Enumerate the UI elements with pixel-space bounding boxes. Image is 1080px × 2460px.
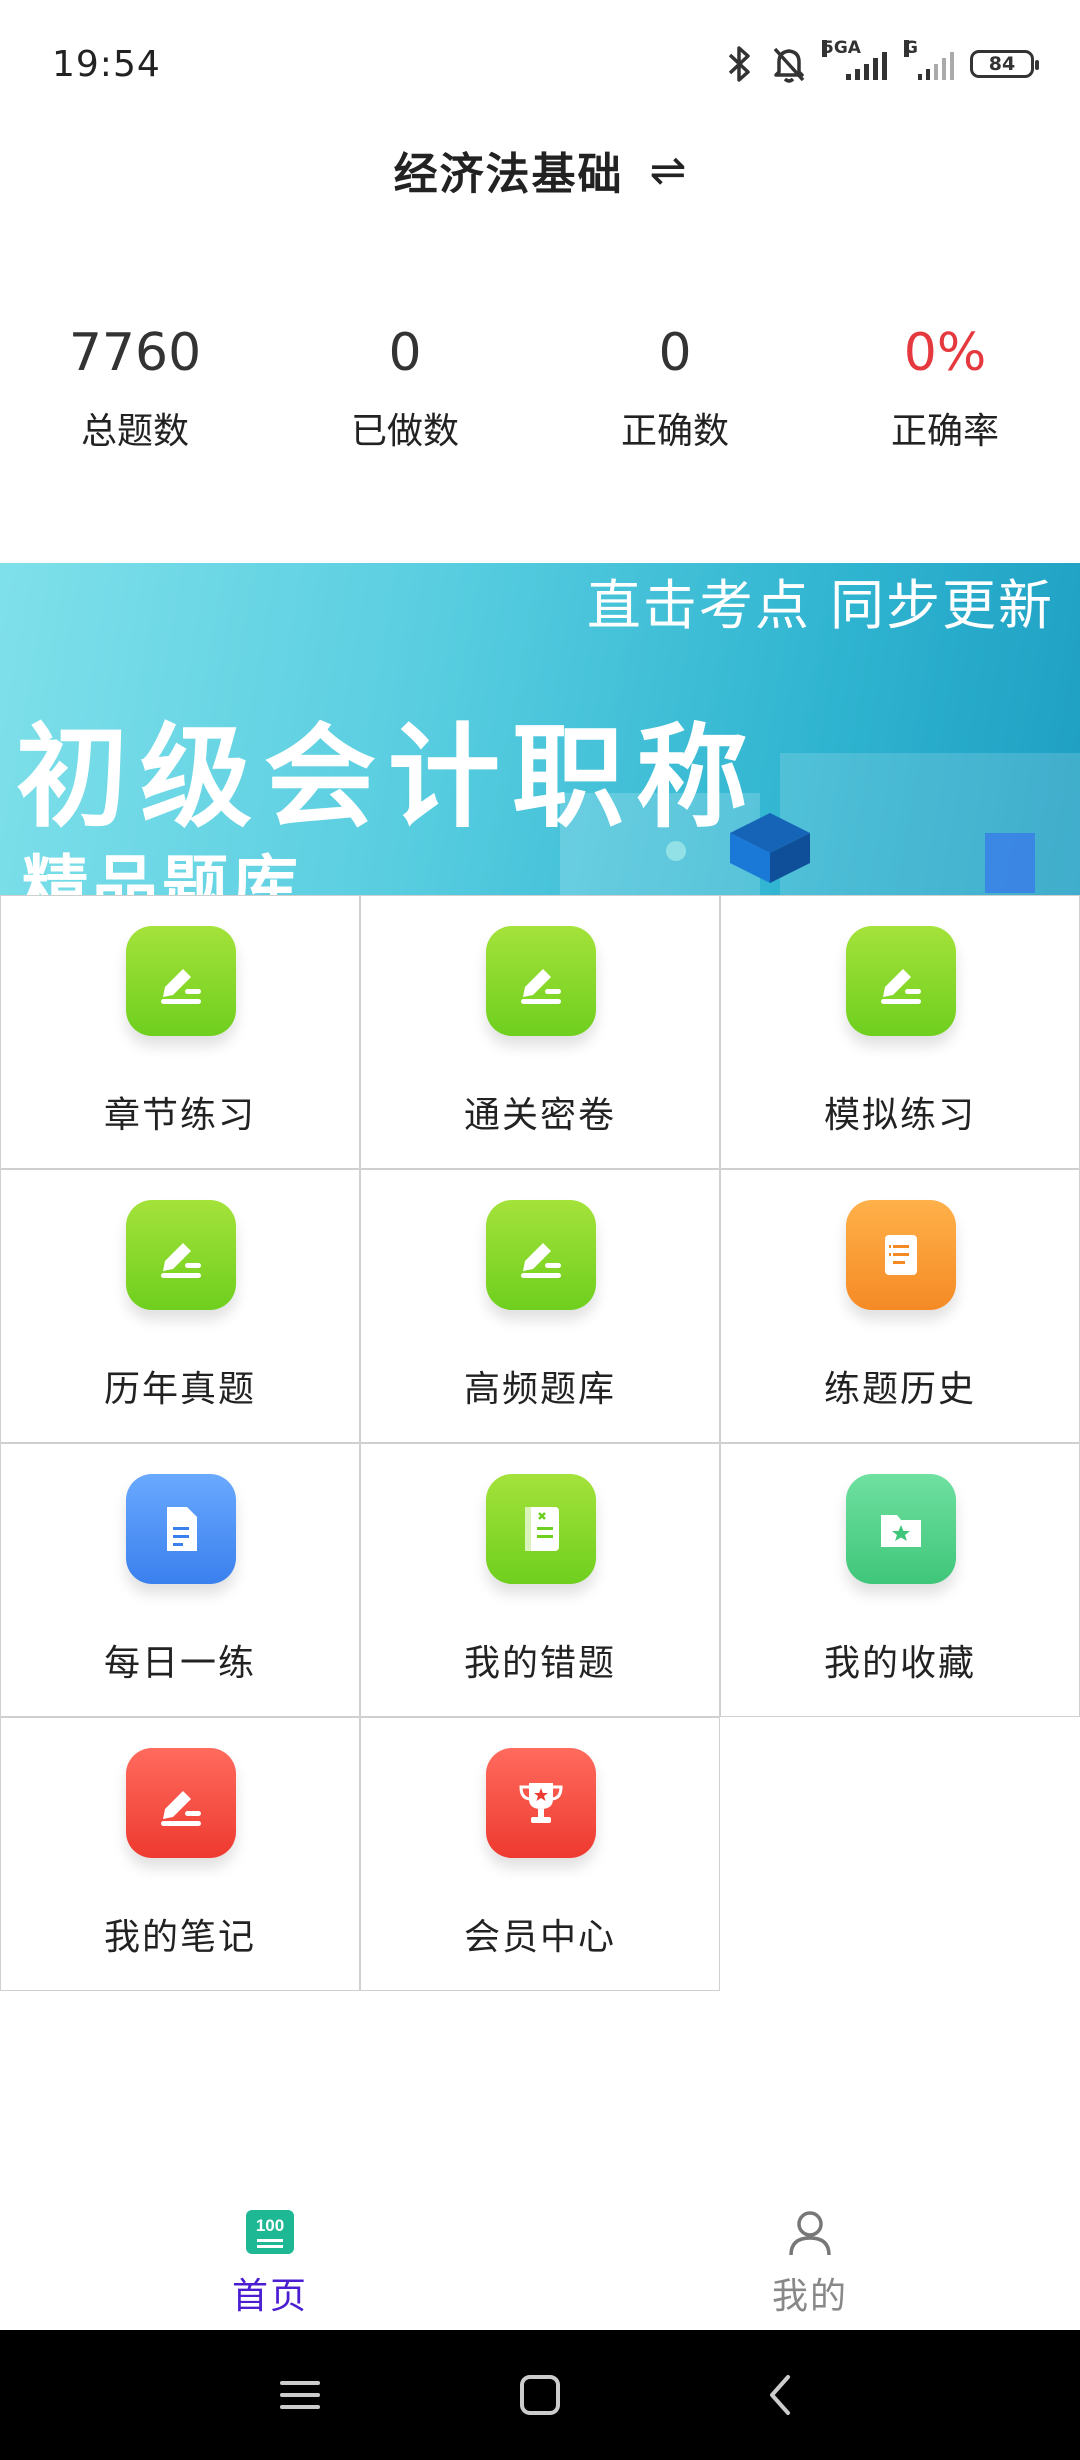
bottom-tab-bar: 100 首页 我的: [0, 2195, 1080, 2330]
system-nav-bar: [0, 2330, 1080, 2460]
stat-label: 已做数: [350, 411, 459, 452]
stat-value: 0: [658, 323, 692, 383]
scroll-icon: [846, 1200, 956, 1310]
star-folder-icon: [846, 1474, 956, 1584]
edit-icon: [486, 1200, 596, 1310]
menu-past-exams[interactable]: 历年真题: [0, 1169, 360, 1443]
header: 经济法基础 ⇌: [0, 130, 1080, 210]
home-square-icon[interactable]: [510, 2370, 570, 2420]
menu-label: 会员中心: [463, 1917, 616, 1958]
bell-muted-icon: [773, 47, 805, 83]
banner-slogan: 直击考点 同步更新: [586, 574, 1054, 637]
stat-value: 0: [388, 323, 422, 383]
edit-icon: [126, 1200, 236, 1310]
page-title[interactable]: 经济法基础: [394, 138, 624, 202]
menu-pass-exam[interactable]: 通关密卷: [360, 895, 720, 1169]
menu-label: 章节练习: [103, 1095, 256, 1136]
stat-correct: 0 正确数: [540, 318, 810, 488]
stat-done: 0 已做数: [270, 318, 540, 488]
trophy-icon: [486, 1748, 596, 1858]
signal-g-icon: G: [904, 40, 954, 80]
menu-practice-history[interactable]: 练题历史: [720, 1169, 1080, 1443]
stat-label: 正确率: [890, 411, 999, 452]
stat-label: 正确数: [620, 411, 729, 452]
stat-value: 0%: [903, 323, 987, 383]
edit-icon: [126, 1748, 236, 1858]
score-100-icon: 100: [245, 2207, 295, 2257]
tab-home-badge: 100: [256, 2216, 284, 2235]
status-time: 19:54: [52, 44, 161, 85]
menu-label: 通关密卷: [463, 1095, 616, 1136]
promo-banner[interactable]: 直击考点 同步更新 初级会计职称 精品题库: [0, 563, 1080, 895]
banner-subtitle: 精品题库: [22, 848, 302, 895]
battery-level: 84: [988, 53, 1016, 75]
tab-label: 我的: [771, 2276, 848, 2317]
stat-rate: 0% 正确率: [810, 318, 1080, 488]
tab-label: 首页: [231, 2276, 308, 2317]
menu-wrong-questions[interactable]: 我的错题: [360, 1443, 720, 1717]
battery-icon: 84: [970, 50, 1039, 78]
menu-label: 每日一练: [103, 1643, 256, 1684]
menu-mock-practice[interactable]: 模拟练习: [720, 895, 1080, 1169]
status-icons: 5GA G 84: [724, 40, 1039, 84]
menu-member-center[interactable]: 会员中心: [360, 1717, 720, 1991]
menu-high-frequency[interactable]: 高频题库: [360, 1169, 720, 1443]
menu-label: 我的笔记: [103, 1917, 256, 1958]
menu-label: 练题历史: [823, 1369, 976, 1410]
stat-value: 7760: [68, 323, 202, 383]
menu-daily-practice[interactable]: 每日一练: [0, 1443, 360, 1717]
menu-label: 模拟练习: [823, 1095, 976, 1136]
menu-my-favorites[interactable]: 我的收藏: [720, 1443, 1080, 1717]
stat-label: 总题数: [80, 411, 189, 452]
menu-label: 我的收藏: [823, 1643, 976, 1684]
menu-label: 我的错题: [463, 1643, 616, 1684]
back-chevron-icon[interactable]: [750, 2370, 810, 2420]
swap-arrows-icon[interactable]: ⇌: [650, 145, 687, 196]
status-bar: 19:54 5GA G 84: [0, 0, 1080, 130]
edit-icon: [846, 926, 956, 1036]
menu-icon[interactable]: [270, 2370, 330, 2420]
user-icon: [785, 2207, 835, 2257]
signal-5ga-icon: 5GA: [822, 40, 890, 80]
stat-total: 7760 总题数: [0, 318, 270, 488]
menu-my-notes[interactable]: 我的笔记: [0, 1717, 360, 1991]
tab-mine[interactable]: 我的: [540, 2195, 1080, 2330]
edit-icon: [486, 926, 596, 1036]
document-icon: [126, 1474, 236, 1584]
bluetooth-icon: [728, 46, 750, 82]
tab-home[interactable]: 100 首页: [0, 2195, 540, 2330]
menu-label: 历年真题: [103, 1369, 256, 1410]
stats-row: 7760 总题数 0 已做数 0 正确数 0% 正确率: [0, 318, 1080, 488]
menu-label: 高频题库: [463, 1369, 616, 1410]
edit-icon: [126, 926, 236, 1036]
banner-title: 初级会计职称: [16, 713, 760, 843]
wrong-book-icon: [486, 1474, 596, 1584]
menu-chapter-practice[interactable]: 章节练习: [0, 895, 360, 1169]
